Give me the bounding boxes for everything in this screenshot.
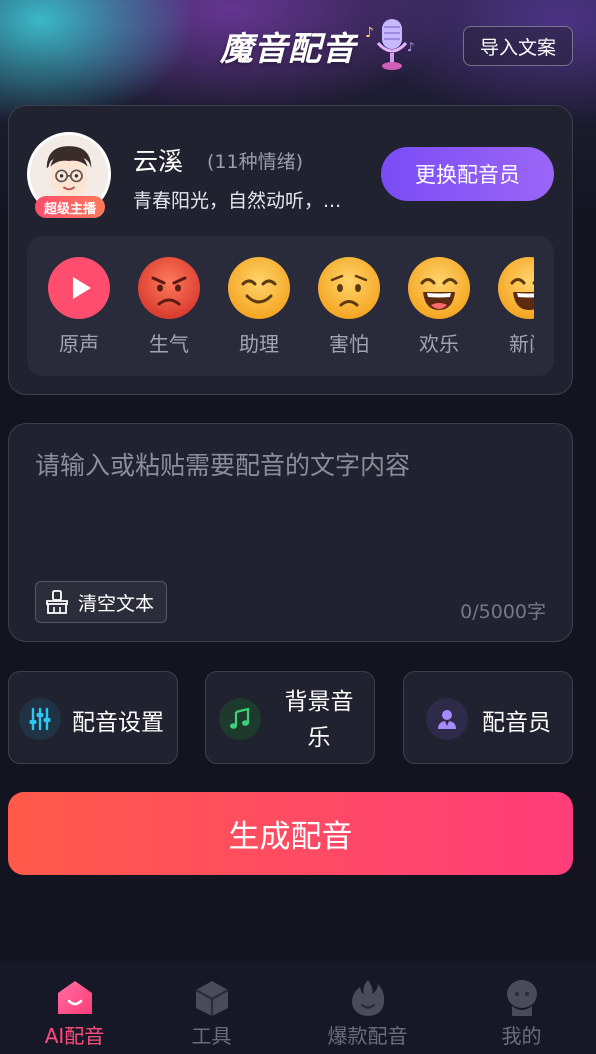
voice-actor-button[interactable]: 配音员 [403, 671, 573, 764]
svg-text:♪: ♪ [407, 40, 415, 54]
clear-text-label: 清空文本 [78, 592, 155, 615]
emotion-selector: 原声 生气 助理 害怕 欢乐 新 [27, 236, 554, 376]
emotion-label: 原声 [59, 332, 99, 356]
emotion-label: 生气 [149, 332, 189, 356]
nav-tab-ai-dubbing[interactable]: AI配音 [0, 962, 149, 1054]
emotion-strip: 原声 生气 助理 害怕 欢乐 新 [27, 236, 534, 376]
emotion-label: 欢乐 [419, 332, 459, 356]
profile-icon [502, 978, 542, 1018]
change-voice-button[interactable]: 更换配音员 [381, 147, 554, 201]
voice-settings-button[interactable]: 配音设置 [8, 671, 178, 764]
voice-actor-label: 配音员 [482, 710, 551, 736]
nav-label: AI配音 [44, 1024, 105, 1048]
background-music-button[interactable]: 背景音乐 [205, 671, 375, 764]
super-host-badge: 超级主播 [35, 196, 105, 218]
dubbing-text-input[interactable] [35, 446, 555, 566]
emotion-item-assistant[interactable]: 助理 [227, 256, 291, 366]
play-icon [47, 256, 111, 320]
emotion-label: 害怕 [329, 332, 369, 356]
sliders-icon [19, 698, 61, 740]
worried-face-icon [317, 256, 381, 320]
nav-tab-profile[interactable]: 我的 [447, 962, 596, 1054]
emotion-label: 助理 [239, 332, 279, 356]
clear-text-button[interactable]: 清空文本 [35, 581, 167, 623]
voice-description: 青春阳光，自然动听，... [133, 190, 342, 212]
nav-label: 工具 [191, 1024, 232, 1048]
microphone-icon: ♪ ♪ [365, 15, 420, 75]
character-count: 0/5000字 [460, 601, 546, 623]
emotion-label: 新闻 [509, 332, 534, 356]
nav-tab-tools[interactable]: 工具 [137, 962, 286, 1054]
nav-tab-hot-dubbing[interactable]: 爆款配音 [293, 962, 442, 1054]
emotion-item-angry[interactable]: 生气 [137, 256, 201, 366]
person-icon [426, 698, 468, 740]
emotion-item-news[interactable]: 新闻 [497, 256, 534, 366]
emotion-item-original[interactable]: 原声 [47, 256, 111, 366]
text-editor-card: 清空文本 0/5000字 [8, 423, 573, 642]
home-smile-icon [55, 978, 95, 1018]
app-title: 魔音配音 [220, 29, 356, 68]
voice-settings-label: 配音设置 [72, 710, 164, 736]
emotion-item-happy[interactable]: 欢乐 [407, 256, 471, 366]
voice-card: 超级主播 云溪 (11种情绪) 青春阳光，自然动听，... 更换配音员 原声 生… [8, 105, 573, 395]
nav-label: 我的 [501, 1024, 542, 1048]
flame-icon [348, 978, 388, 1018]
grin-face-icon [407, 256, 471, 320]
bottom-navigation: AI配音 工具 爆款配音 我的 [0, 962, 596, 1054]
emotion-item-scared[interactable]: 害怕 [317, 256, 381, 366]
grin-face-icon [497, 256, 534, 320]
smile-face-icon [227, 256, 291, 320]
voice-name: 云溪 [133, 147, 184, 176]
voice-emotion-count: (11种情绪) [207, 151, 304, 173]
box-icon [192, 978, 232, 1018]
angry-face-icon [137, 256, 201, 320]
broom-icon [46, 590, 68, 614]
nav-label: 爆款配音 [327, 1024, 408, 1048]
background-music-label: 背景音乐 [284, 689, 354, 751]
svg-text:♪: ♪ [365, 25, 374, 41]
music-note-icon [219, 698, 261, 740]
app-header: 魔音配音 ♪ ♪ 导入文案 [0, 0, 596, 95]
generate-dubbing-button[interactable]: 生成配音 [8, 792, 573, 875]
import-text-button[interactable]: 导入文案 [463, 26, 573, 66]
